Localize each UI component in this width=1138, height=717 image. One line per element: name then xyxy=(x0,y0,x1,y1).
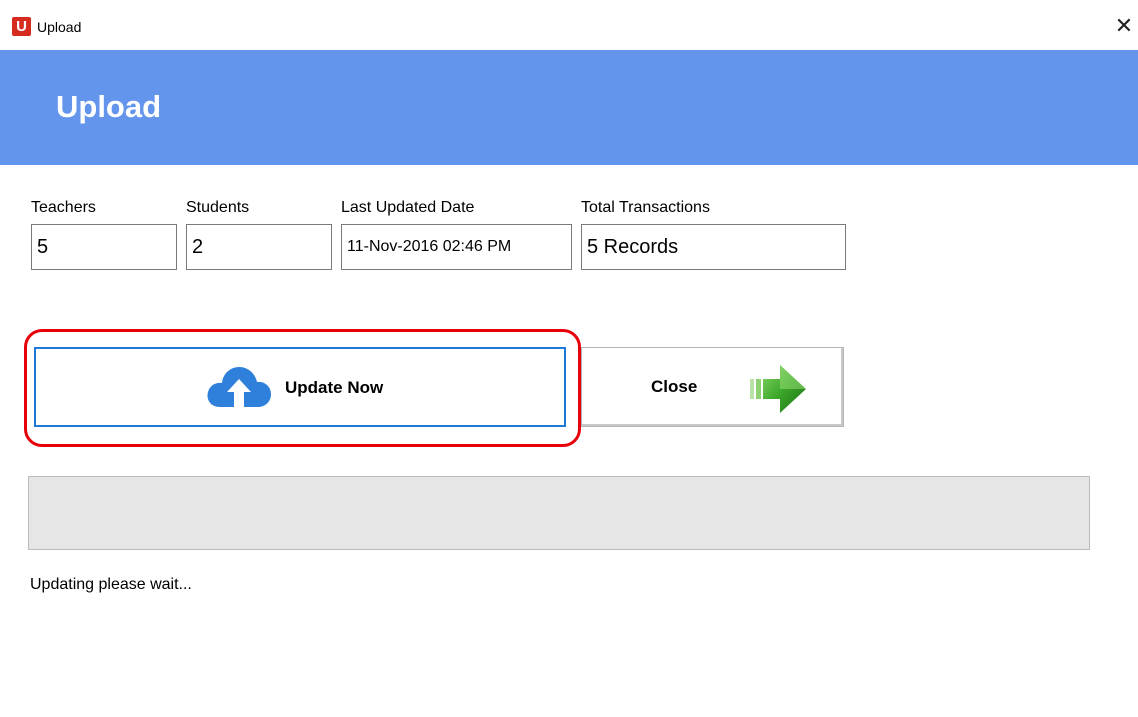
last-updated-label: Last Updated Date xyxy=(341,199,475,216)
status-text: Updating please wait... xyxy=(30,576,192,593)
last-updated-field[interactable]: 11-Nov-2016 02:46 PM xyxy=(341,224,572,270)
page-title: Upload xyxy=(56,89,162,124)
teachers-label: Teachers xyxy=(31,199,96,216)
upload-progress-bar xyxy=(28,476,1090,550)
update-now-button[interactable]: Update Now xyxy=(34,347,566,427)
last-updated-value: 11-Nov-2016 02:46 PM xyxy=(347,238,512,255)
arrow-right-icon xyxy=(750,365,806,413)
total-transactions-value: 5 Records xyxy=(587,235,679,258)
window-close-button[interactable]: ✕ xyxy=(1110,12,1138,40)
update-now-label: Update Now xyxy=(285,378,384,397)
app-logo-icon: U xyxy=(12,17,31,36)
upload-window: U Upload ✕ Upload Teachers 5 Students 2 … xyxy=(0,0,1138,717)
total-transactions-label: Total Transactions xyxy=(581,199,710,216)
title-bar: U Upload ✕ xyxy=(0,0,1138,50)
students-field[interactable]: 2 xyxy=(186,224,332,270)
cloud-upload-icon xyxy=(207,367,271,407)
window-title: Upload xyxy=(37,19,82,35)
total-transactions-field[interactable]: 5 Records xyxy=(581,224,846,270)
close-button[interactable]: Close xyxy=(581,347,844,427)
teachers-field[interactable]: 5 xyxy=(31,224,177,270)
students-value: 2 xyxy=(192,235,204,258)
header-banner: Upload xyxy=(0,50,1138,165)
students-label: Students xyxy=(186,199,250,216)
teachers-value: 5 xyxy=(37,235,49,258)
close-label: Close xyxy=(651,377,698,396)
